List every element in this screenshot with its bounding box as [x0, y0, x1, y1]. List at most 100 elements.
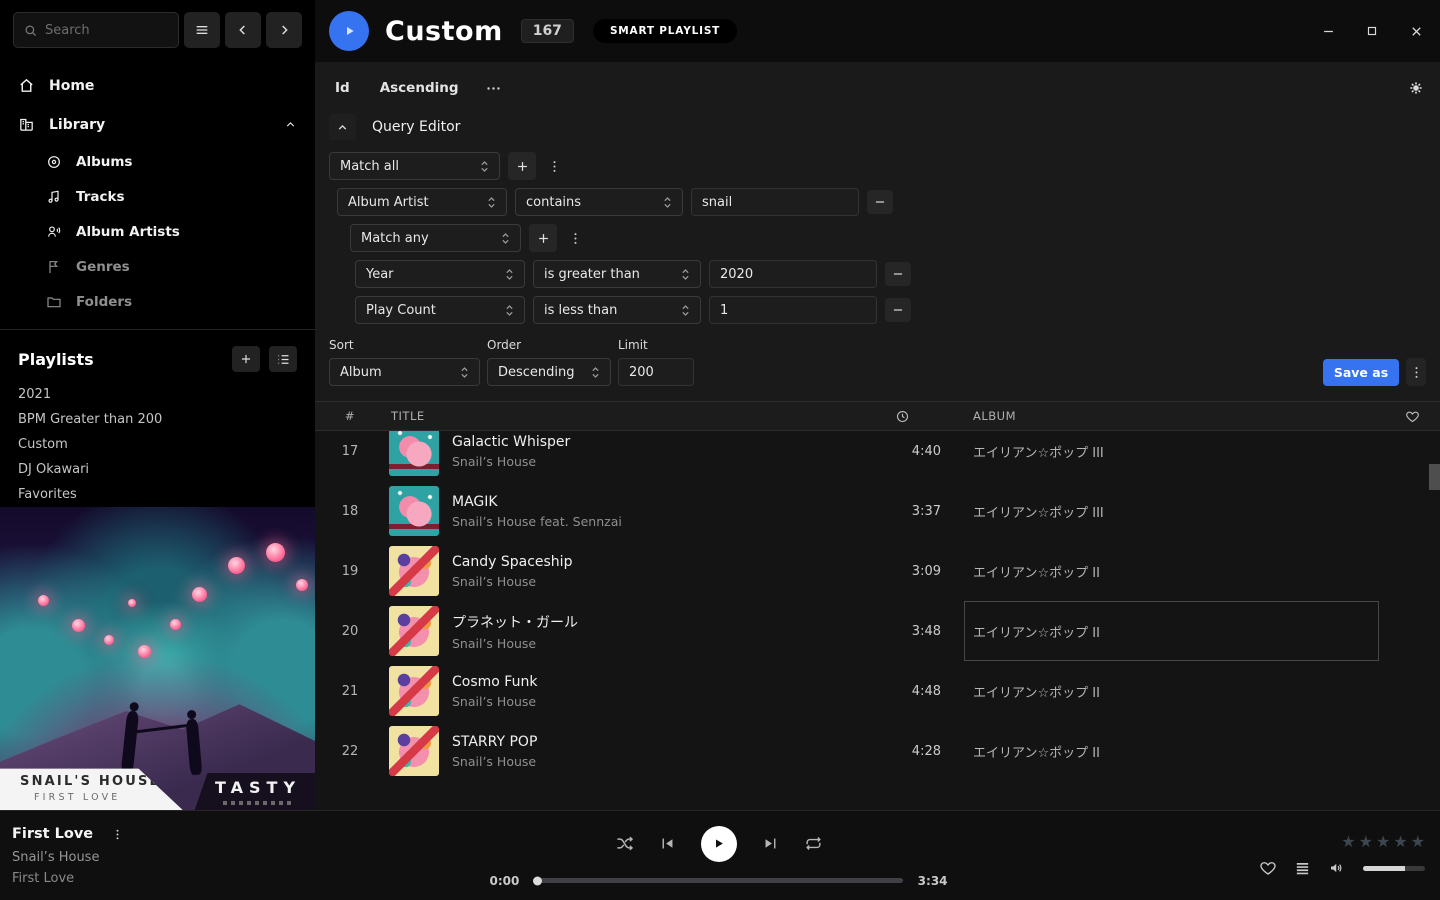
rating-star[interactable]: ★	[1393, 834, 1407, 850]
sidebar-item-folders[interactable]: Folders	[0, 284, 315, 319]
rating-star[interactable]: ★	[1341, 834, 1355, 850]
sidebar-item-album-artists[interactable]: Album Artists	[0, 214, 315, 249]
banner-label: TASTY	[215, 778, 301, 797]
table-settings-button[interactable]	[1408, 80, 1424, 96]
player-right: ★ ★ ★ ★ ★	[1259, 834, 1425, 877]
track-row[interactable]: 22 STARRY POP Snail’s House 4:28 エイリアン☆ポ…	[315, 721, 1440, 781]
limit-input[interactable]	[618, 358, 694, 386]
remove-rule-button[interactable]	[885, 298, 911, 322]
rating-star[interactable]: ★	[1376, 834, 1390, 850]
column-header-album[interactable]: ALBUM	[944, 409, 1384, 423]
rule-operator-select[interactable]: is less than	[533, 296, 701, 324]
play-pause-button[interactable]	[701, 826, 737, 862]
rule-operator-select[interactable]: is greater than	[533, 260, 701, 288]
volume-button[interactable]	[1328, 859, 1346, 877]
album-cover-thumbnail	[389, 431, 439, 476]
next-track-button[interactable]	[762, 835, 779, 852]
sidebar: Home Library Albums Tracks Al	[0, 0, 315, 810]
track-row[interactable]: 18 MAGIK Snail’s House feat. Sennzai 3:3…	[315, 481, 1440, 541]
track-album-focused-cell[interactable]: エイリアン☆ポップ II	[944, 601, 1384, 661]
updown-caret-icon	[591, 366, 600, 379]
remove-rule-button[interactable]	[885, 262, 911, 286]
order-label: Order	[487, 338, 611, 352]
rule-value-input[interactable]	[709, 260, 877, 288]
save-as-button[interactable]: Save as	[1323, 359, 1399, 386]
sidebar-item-tracks[interactable]: Tracks	[0, 179, 315, 214]
playlist-item[interactable]: BPM Greater than 200	[0, 407, 315, 432]
track-artist: Snail’s House	[452, 636, 854, 651]
root-match-select[interactable]: Match all	[329, 152, 500, 180]
search-input[interactable]	[45, 23, 155, 38]
playlist-item[interactable]: 2021	[0, 382, 315, 407]
sidebar-item-home[interactable]: Home	[0, 66, 315, 105]
create-playlist-button[interactable]	[232, 346, 260, 372]
now-playing-album[interactable]: First Love	[12, 872, 484, 885]
limit-group: Limit	[618, 338, 694, 386]
rating-star[interactable]: ★	[1411, 834, 1425, 850]
rule-operator-select[interactable]: contains	[515, 188, 683, 216]
select-value: contains	[526, 195, 581, 210]
add-rule-button[interactable]	[529, 224, 557, 252]
manage-playlists-button[interactable]	[269, 346, 297, 372]
sidebar-item-albums[interactable]: Albums	[0, 144, 315, 179]
now-playing-menu-button[interactable]	[107, 827, 127, 843]
add-rule-button[interactable]	[508, 152, 536, 180]
play-playlist-button[interactable]	[329, 11, 369, 51]
window-minimize-button[interactable]	[1314, 17, 1342, 45]
sort-select[interactable]: Album	[329, 358, 480, 386]
previous-track-button[interactable]	[659, 835, 676, 852]
sidebar-menu-button[interactable]	[184, 12, 220, 48]
rating-star[interactable]: ★	[1359, 834, 1373, 850]
playlist-item[interactable]: Custom	[0, 432, 315, 457]
rule-value-input[interactable]	[691, 188, 859, 216]
rule-field-select[interactable]: Album Artist	[337, 188, 507, 216]
query-editor-collapse-button[interactable]	[329, 114, 356, 140]
window-close-button[interactable]	[1402, 17, 1430, 45]
remove-rule-button[interactable]	[867, 190, 893, 214]
sidebar-item-library[interactable]: Library	[0, 105, 315, 144]
sidebar-item-genres[interactable]: Genres	[0, 249, 315, 284]
track-row[interactable]: 19 Candy Spaceship Snail’s House 3:09 エイ…	[315, 541, 1440, 601]
chevron-up-icon[interactable]	[284, 118, 297, 131]
album-cover-thumbnail	[389, 546, 439, 596]
seek-bar[interactable]	[534, 878, 902, 883]
group-match-select[interactable]: Match any	[350, 224, 521, 252]
column-header-duration[interactable]	[854, 409, 944, 424]
volume-fill	[1363, 866, 1405, 871]
queue-button[interactable]	[1294, 860, 1311, 877]
rule-value-input[interactable]	[709, 296, 877, 324]
sort-field-button[interactable]: Id	[335, 80, 350, 96]
updown-caret-icon	[501, 232, 510, 245]
sort-direction-button[interactable]: Ascending	[380, 80, 459, 96]
column-header-title[interactable]: TITLE	[385, 409, 854, 423]
repeat-button[interactable]	[804, 834, 823, 853]
table-body: 17 Galactic Whisper Snail’s House 4:40 エ…	[315, 431, 1440, 810]
root-group-menu-button[interactable]	[544, 152, 564, 180]
scrollbar-thumb[interactable]	[1429, 464, 1440, 490]
more-options-button[interactable]	[485, 80, 502, 97]
window-maximize-button[interactable]	[1358, 17, 1386, 45]
sub-group-menu-button[interactable]	[565, 224, 585, 252]
track-row[interactable]: 21 Cosmo Funk Snail’s House 4:48 エイリアン☆ポ…	[315, 661, 1440, 721]
rule-field-select[interactable]: Play Count	[355, 296, 525, 324]
search-box[interactable]	[13, 12, 179, 48]
now-playing-album-art[interactable]: SNAIL'S HOUSE FIRST LOVE TASTY	[0, 507, 315, 810]
rule-field-select[interactable]: Year	[355, 260, 525, 288]
track-row[interactable]: 17 Galactic Whisper Snail’s House 4:40 エ…	[315, 431, 1440, 481]
playlist-item[interactable]: DJ Okawari	[0, 457, 315, 482]
order-select[interactable]: Descending	[487, 358, 611, 386]
query-menu-button[interactable]	[1406, 358, 1426, 386]
track-row[interactable]: 20 プラネット・ガール Snail’s House 3:48 エイリアン☆ポッ…	[315, 601, 1440, 661]
shuffle-button[interactable]	[615, 834, 634, 853]
lantern-decoration	[170, 619, 181, 630]
now-playing-artist[interactable]: Snail’s House	[12, 851, 484, 864]
column-header-index[interactable]: #	[315, 409, 385, 423]
column-header-favorite[interactable]	[1384, 409, 1440, 424]
nav-back-button[interactable]	[225, 12, 261, 48]
seek-handle[interactable]	[533, 876, 542, 885]
playlist-item[interactable]: Favorites	[0, 482, 315, 507]
volume-slider[interactable]	[1363, 866, 1425, 871]
sort-label: Sort	[329, 338, 480, 352]
nav-forward-button[interactable]	[266, 12, 302, 48]
favorite-button[interactable]	[1259, 859, 1277, 877]
